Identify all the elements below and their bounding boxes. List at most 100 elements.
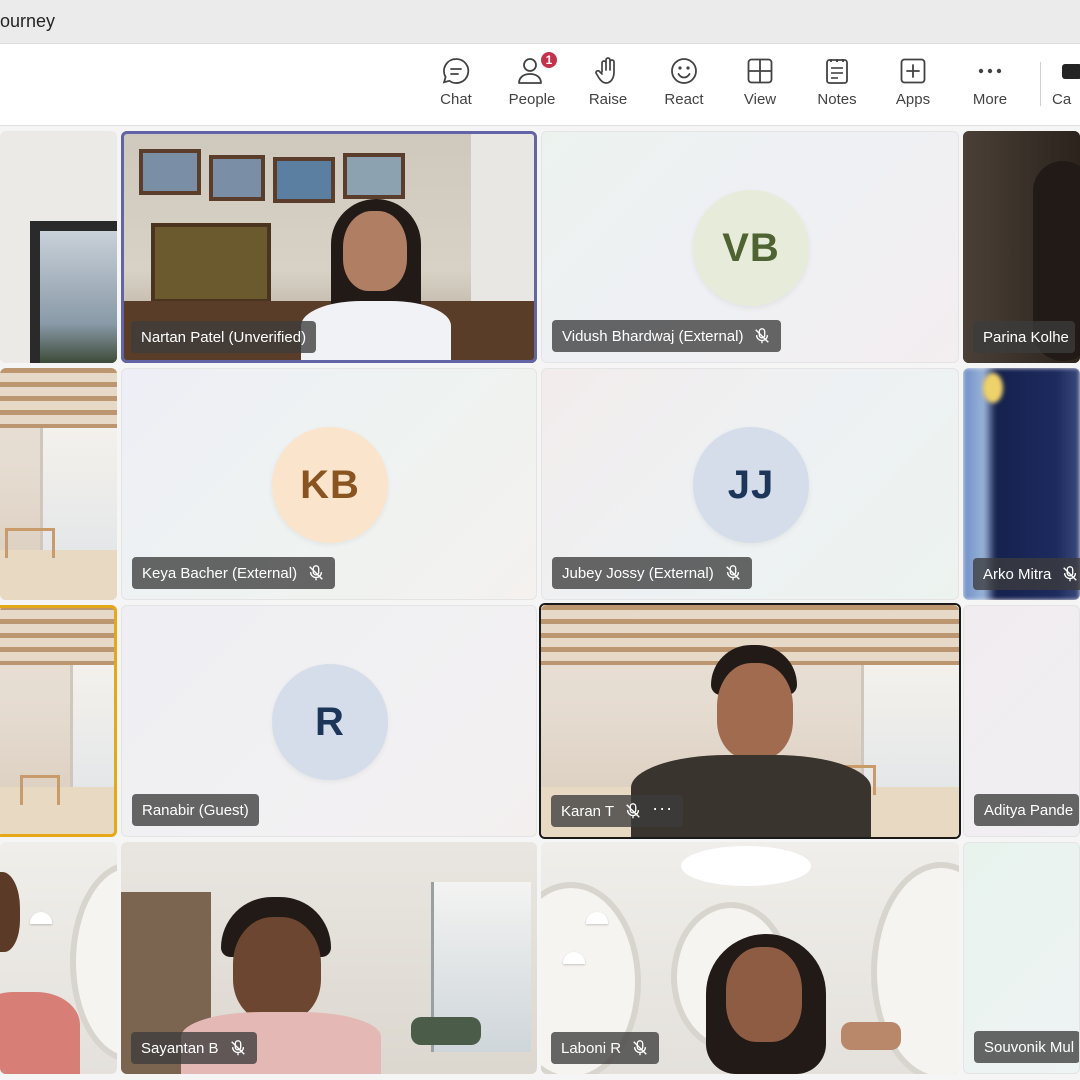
video-tile-parina[interactable]: Parina Kolhe [963,131,1080,363]
person-body [301,301,451,363]
name-label: Nartan Patel (Unverified) [131,321,317,353]
people-count-badge: 1 [539,50,559,70]
video-tile-arko[interactable]: Arko Mitra [963,368,1080,600]
video-tile-partial-2[interactable] [0,368,117,600]
grid-view-icon [745,56,775,86]
raise-hand-button[interactable]: Raise [572,56,644,118]
participant-name: Parina Kolhe [983,328,1069,346]
mic-off-icon [755,328,770,344]
more-button[interactable]: More [954,56,1026,118]
participant-name: Karan T [561,802,615,820]
window-title: ourney [0,11,56,31]
picture-frame [343,153,405,199]
participant-name: Laboni R [561,1039,622,1057]
apps-button[interactable]: Apps [877,56,949,118]
avatar: KB [272,427,388,543]
picture-frame [273,157,335,203]
ceiling-light [681,846,811,886]
toolbar-divider [1040,62,1041,106]
participant-name: Ranabir (Guest) [142,801,249,819]
notes-label: Notes [817,91,857,108]
chair [411,1017,481,1045]
camera-button[interactable]: Ca [1052,56,1080,118]
video-tile-jubey[interactable]: JJ Jubey Jossy (External) [541,368,959,600]
more-label: More [972,91,1008,108]
video-tile-keya[interactable]: KB Keya Bacher (External) [121,368,537,600]
chair [5,528,55,558]
person-body [0,992,80,1074]
name-label: Parina Kolhe [973,321,1075,353]
video-tile-nartan[interactable]: Nartan Patel (Unverified) [121,131,537,363]
participant-name: Vidush Bhardwaj (External) [562,327,744,345]
people-label: People [508,91,556,108]
armchair [841,1022,901,1050]
ceiling-beams [0,368,117,428]
more-options-icon[interactable]: ··· [652,799,673,817]
name-label: Keya Bacher (External) [132,557,336,589]
title-bar: ourney [0,0,1080,44]
painting [151,223,271,303]
raise-hand-icon [593,56,623,86]
person-face [726,947,802,1042]
mic-off-icon [633,1040,647,1056]
notes-icon [822,56,852,86]
name-label: Aditya Pande [974,794,1079,826]
video-gallery: Nartan Patel (Unverified) VB Vidush Bhar… [0,126,1080,1080]
participant-name: Nartan Patel (Unverified) [141,328,307,346]
video-tile-laboni[interactable]: Laboni R [541,842,959,1074]
chat-icon [441,56,471,86]
participant-name: Souvonik Mul [984,1038,1075,1056]
name-label: Karan T ··· [551,795,684,827]
mic-off-icon [1063,566,1078,582]
participant-name: Jubey Jossy (External) [562,564,714,582]
name-label: Laboni R [551,1032,660,1064]
window-view [40,231,117,363]
video-tile-aditya[interactable]: Aditya Pande [963,605,1080,837]
people-button[interactable]: 1 People [496,50,568,118]
name-label: Ranabir (Guest) [132,794,259,826]
mic-off-icon [626,803,640,819]
smiley-icon [669,56,699,86]
avatar: R [272,664,388,780]
people-icon: 1 [517,50,559,86]
mic-off-icon [725,565,740,581]
video-tile-partial-3[interactable] [0,605,117,837]
video-tile-souvonik[interactable]: Souvonik Mul [963,842,1080,1074]
camera-label: Ca [1052,91,1072,108]
window [70,665,117,797]
name-label: Arko Mitra [973,558,1080,590]
more-dots-icon [975,56,1005,86]
avatar: JJ [693,427,809,543]
person-face [343,211,407,291]
person-face [233,917,321,1021]
participant-name: Keya Bacher (External) [142,564,298,582]
avatar: VB [693,190,809,306]
mic-off-icon [309,565,323,581]
video-tile-ranabir[interactable]: R Ranabir (Guest) [121,605,537,837]
video-tile-sayantan[interactable]: Sayantan B [121,842,537,1074]
view-button[interactable]: View [724,56,796,118]
add-apps-icon [898,56,928,86]
camera-icon [1052,56,1080,86]
participant-name: Arko Mitra [983,565,1052,583]
person-face [717,663,793,759]
notes-button[interactable]: Notes [801,56,873,118]
apps-label: Apps [895,91,931,108]
name-label: Vidush Bhardwaj (External) [552,320,782,352]
picture-frame [139,149,201,195]
chair [20,775,60,805]
chat-button[interactable]: Chat [420,56,492,118]
name-label: Sayantan B [131,1032,257,1064]
raise-label: Raise [588,91,628,108]
ceiling-beams [0,605,117,665]
name-label: Souvonik Mul [974,1031,1079,1063]
chat-label: Chat [440,91,472,108]
video-tile-karan[interactable]: Karan T ··· [541,605,959,837]
video-tile-partial-4[interactable] [0,842,117,1074]
name-label: Jubey Jossy (External) [552,557,752,589]
react-label: React [664,91,704,108]
react-button[interactable]: React [648,56,720,118]
participant-name: Aditya Pande [984,801,1074,819]
video-tile-partial-1[interactable] [0,131,117,363]
video-tile-vidush[interactable]: VB Vidush Bhardwaj (External) [541,131,959,363]
